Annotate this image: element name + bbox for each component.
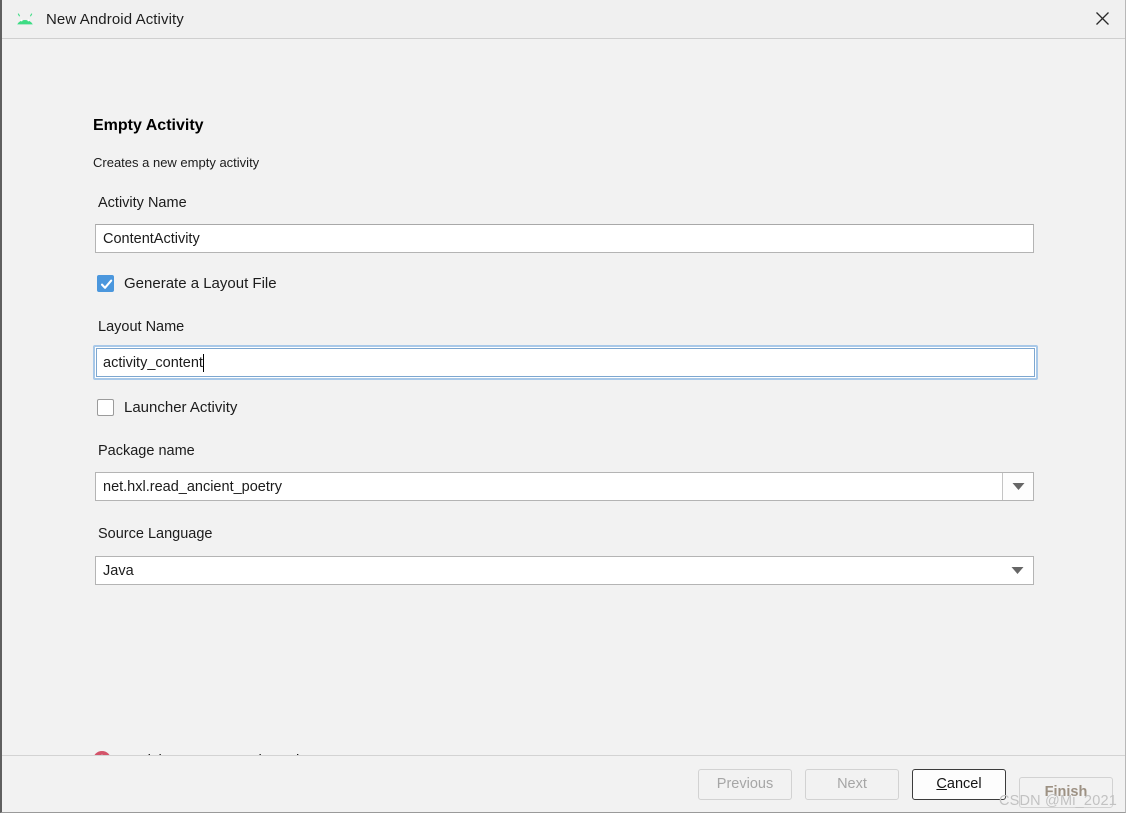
layout-name-input[interactable]: activity_content — [93, 345, 1038, 380]
chevron-down-icon[interactable] — [1002, 473, 1033, 500]
activity-name-input[interactable] — [95, 224, 1034, 253]
launcher-activity-label: Launcher Activity — [124, 399, 238, 416]
android-robot-icon — [16, 9, 36, 29]
window-title: New Android Activity — [46, 10, 184, 28]
cancel-label: ancel — [946, 776, 982, 792]
cancel-mnemonic: C — [936, 776, 947, 792]
dialog-footer: Previous Next Cancel Finish CSDN @Mi_202… — [2, 755, 1125, 812]
page-title: Empty Activity — [93, 117, 204, 134]
package-name-label: Package name — [98, 443, 195, 459]
new-android-activity-dialog: New Android Activity Empty Activity Crea… — [0, 0, 1126, 813]
layout-name-value: activity_content — [103, 354, 203, 371]
launcher-activity-checkbox-row[interactable]: Launcher Activity — [97, 399, 237, 416]
cancel-button[interactable]: Cancel — [912, 768, 1006, 800]
source-language-combobox[interactable]: Java — [95, 556, 1034, 585]
generate-layout-file-label: Generate a Layout File — [124, 275, 277, 292]
text-caret — [202, 353, 204, 372]
generate-layout-file-checkbox[interactable] — [97, 275, 114, 292]
finish-button[interactable]: Finish — [1019, 776, 1113, 808]
launcher-activity-checkbox[interactable] — [97, 399, 114, 416]
dialog-body: Empty Activity Creates a new empty activ… — [2, 39, 1125, 769]
activity-name-label: Activity Name — [98, 195, 187, 211]
package-name-value: net.hxl.read_ancient_poetry — [103, 478, 282, 495]
package-name-combobox[interactable]: net.hxl.read_ancient_poetry — [95, 472, 1034, 501]
source-language-label: Source Language — [98, 526, 213, 542]
next-button[interactable]: Next — [805, 768, 899, 800]
close-icon[interactable] — [1079, 0, 1125, 37]
source-language-value: Java — [103, 562, 134, 579]
title-bar: New Android Activity — [2, 0, 1125, 39]
chevron-down-icon[interactable] — [1002, 557, 1033, 584]
generate-layout-file-checkbox-row[interactable]: Generate a Layout File — [97, 275, 277, 292]
page-subtitle: Creates a new empty activity — [93, 155, 260, 170]
previous-button[interactable]: Previous — [698, 768, 792, 800]
layout-name-label: Layout Name — [98, 319, 185, 335]
